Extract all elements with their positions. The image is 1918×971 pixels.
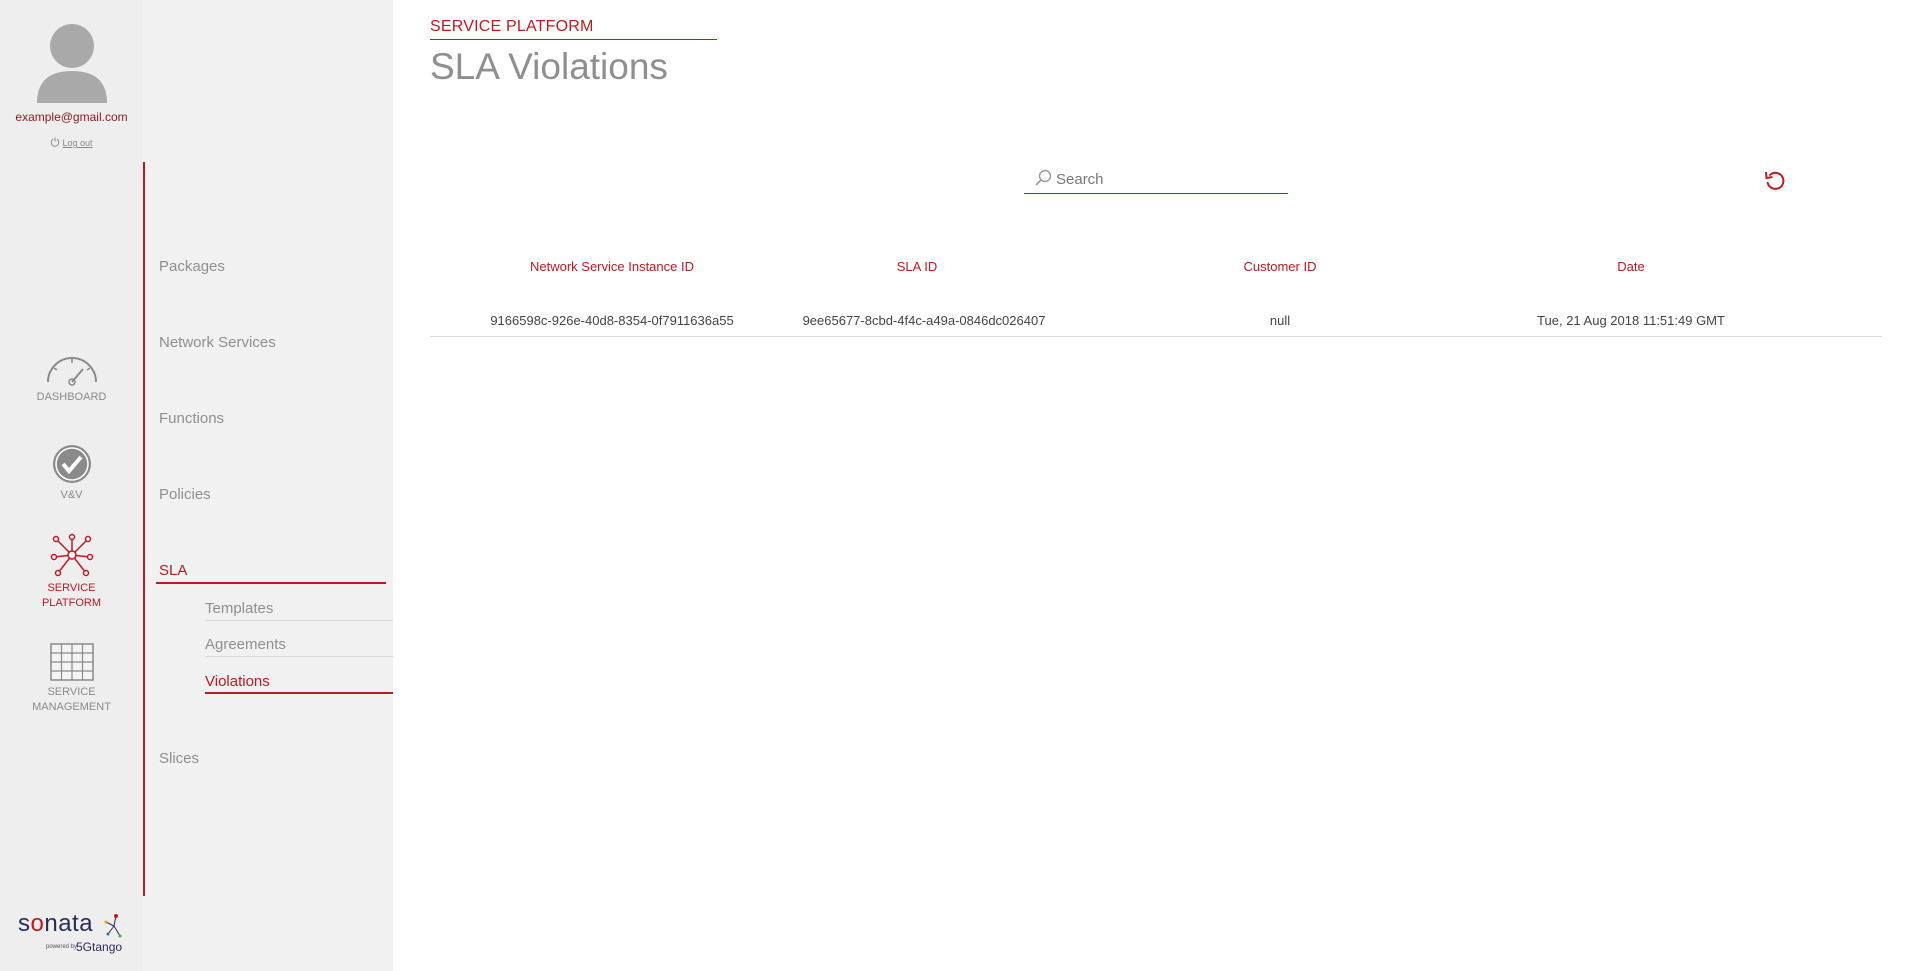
- subnav-item-policies[interactable]: Policies: [159, 486, 211, 503]
- cell-sla-id: 9ee65677-8cbd-4f4c-a49a-0846dc026407: [802, 313, 1046, 328]
- rail-label: PLATFORM: [41, 597, 102, 609]
- violations-table: Network Service Instance ID SLA ID Custo…: [430, 255, 1882, 337]
- rail-item-dashboard[interactable]: DASHBOARD: [0, 352, 143, 405]
- subnav-item-functions[interactable]: Functions: [159, 410, 224, 427]
- logout-label: Log out: [62, 138, 93, 148]
- sonata-logo: sonata powered by 5Gtango: [18, 910, 130, 960]
- grid-icon: [49, 643, 94, 681]
- user-avatar-icon[interactable]: [37, 21, 107, 103]
- subnav-separator: [205, 656, 393, 657]
- power-icon: [51, 137, 60, 147]
- subnav-sub-templates[interactable]: Templates: [205, 600, 273, 617]
- left-rail: example@gmail.com Log out DASHBOARD V&V: [0, 0, 143, 971]
- refresh-icon[interactable]: [1763, 168, 1787, 192]
- breadcrumb-underline: [430, 39, 717, 40]
- search-icon: [1035, 169, 1052, 186]
- subnav-sub-agreements[interactable]: Agreements: [205, 636, 286, 653]
- dashboard-gauge-icon: [46, 357, 97, 386]
- rail-label: MANAGEMENT: [32, 701, 111, 713]
- cell-date: Tue, 21 Aug 2018 11:51:49 GMT: [1537, 313, 1725, 328]
- rail-label: V&V: [60, 489, 83, 501]
- logout-link[interactable]: Log out: [0, 137, 143, 148]
- cell-ns-instance-id: 9166598c-926e-40d8-8354-0f7911636a55: [490, 313, 734, 328]
- user-email: example@gmail.com: [15, 110, 128, 124]
- cell-customer-id: null: [1269, 313, 1291, 328]
- rail-item-vv[interactable]: V&V: [0, 444, 143, 503]
- logo-spark-icon: [104, 914, 122, 938]
- table-header: Network Service Instance ID SLA ID Custo…: [430, 255, 1882, 285]
- subnav-item-sla[interactable]: SLA: [159, 562, 187, 579]
- search-box: [1024, 164, 1288, 194]
- subnav-sub-violations[interactable]: Violations: [205, 673, 270, 690]
- subnav-item-slices[interactable]: Slices: [159, 750, 199, 767]
- rail-item-service-platform[interactable]: SERVICE PLATFORM: [0, 533, 143, 611]
- subnav-separator: [205, 620, 393, 621]
- sla-active-underline: [156, 582, 386, 584]
- subnav-accent-line: [143, 162, 145, 896]
- breadcrumb[interactable]: SERVICE PLATFORM: [430, 18, 594, 36]
- network-nodes-icon: [50, 533, 93, 577]
- column-header-sla-id[interactable]: SLA ID: [794, 259, 1040, 274]
- subnav-item-packages[interactable]: Packages: [159, 258, 225, 275]
- subnav-item-network-services[interactable]: Network Services: [159, 334, 276, 351]
- rail-label: SERVICE: [47, 686, 96, 698]
- column-header-date[interactable]: Date: [1520, 259, 1742, 274]
- logo-5gtango: 5Gtango: [76, 940, 123, 954]
- search-input[interactable]: [1056, 168, 1282, 190]
- rail-label: DASHBOARD: [36, 391, 107, 403]
- table-row[interactable]: 9166598c-926e-40d8-8354-0f7911636a55 9ee…: [430, 307, 1882, 337]
- column-header-customer-id[interactable]: Customer ID: [1040, 259, 1520, 274]
- checkmark-circle-icon: [52, 445, 91, 483]
- rail-label: SERVICE: [47, 582, 96, 594]
- column-header-ns-instance-id[interactable]: Network Service Instance ID: [430, 259, 794, 274]
- logo-powered-by: powered by: [46, 944, 78, 950]
- violations-active-underline: [205, 692, 393, 694]
- page-title: SLA Violations: [430, 46, 668, 87]
- sub-navigation: Packages Network Services Functions Poli…: [143, 0, 393, 971]
- rail-item-service-management[interactable]: SERVICE MANAGEMENT: [0, 643, 143, 715]
